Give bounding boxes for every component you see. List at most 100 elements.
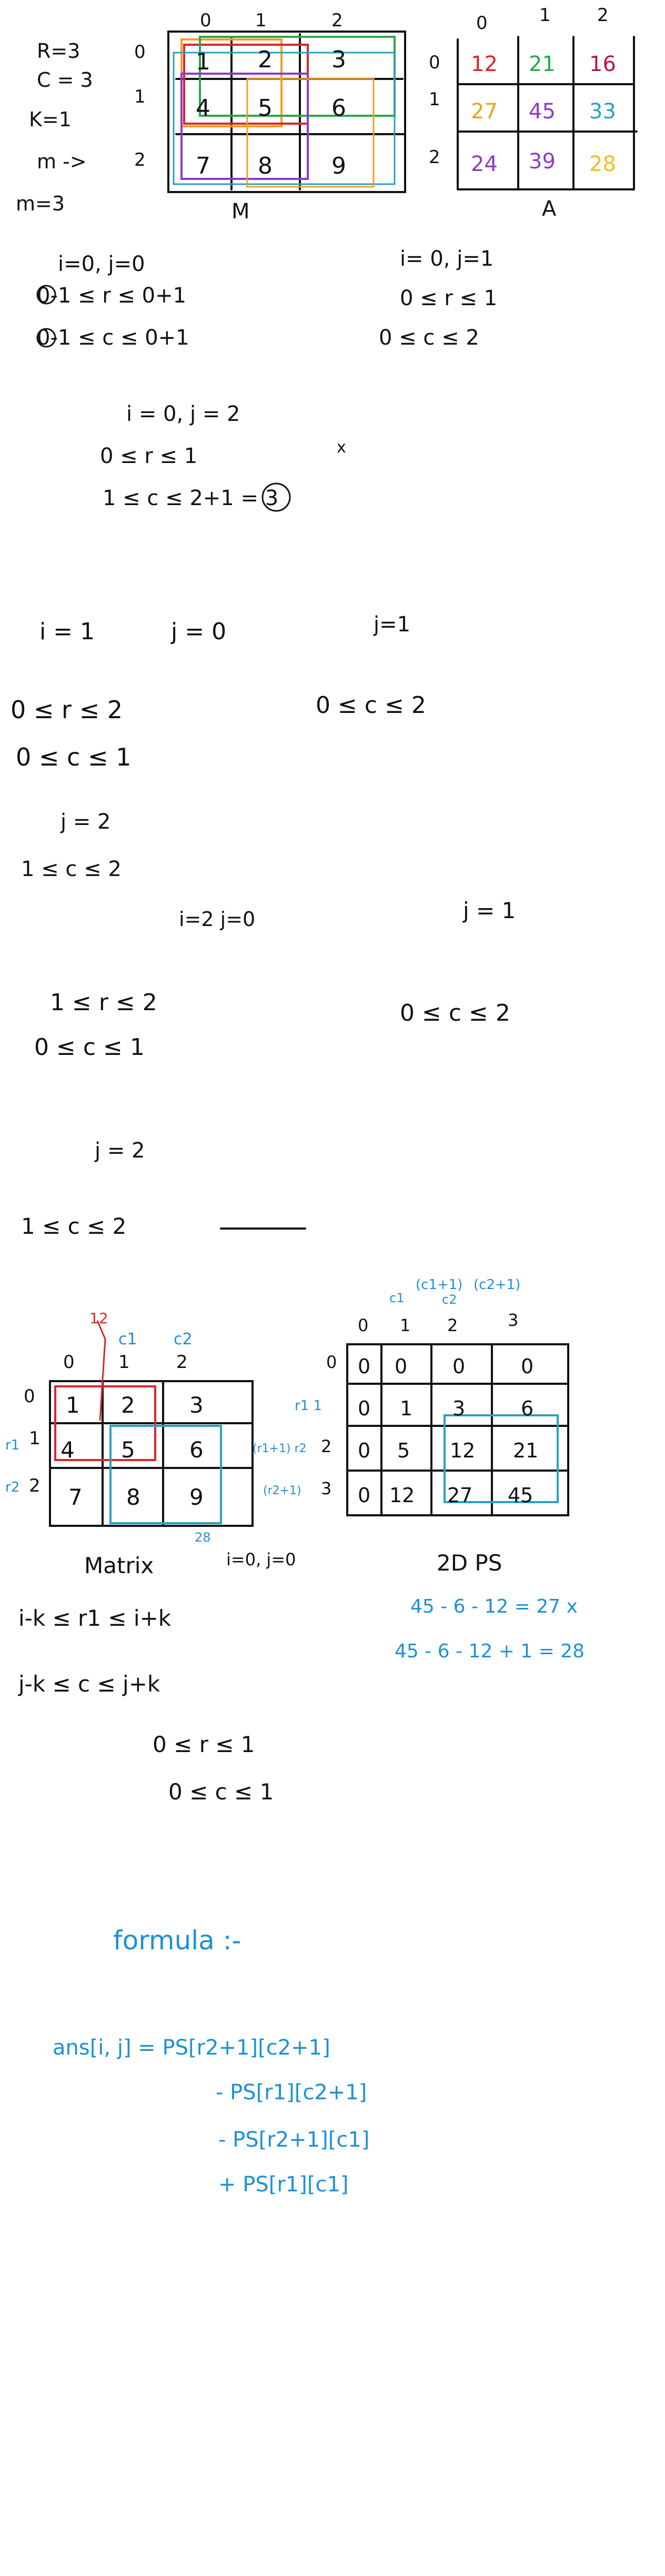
a-cell-0-2: 16 bbox=[589, 52, 616, 76]
ps-cell-1-2: 3 bbox=[452, 1397, 465, 1420]
ps-caption: 2D PS bbox=[437, 1550, 502, 1576]
w1-right-1: 0 ≤ r ≤ 1 bbox=[400, 286, 497, 310]
w2-line-d: 1 ≤ c ≤ 2 bbox=[21, 857, 122, 881]
ps-col-3: 3 bbox=[508, 1310, 518, 1330]
ps-cell-1-3: 6 bbox=[521, 1397, 533, 1420]
param-m: m=3 bbox=[16, 192, 65, 215]
formula-line-3: + PS[r1][c1] bbox=[218, 2172, 349, 2197]
ps-cell-2-3: 21 bbox=[513, 1439, 538, 1462]
ps-row-3: 3 bbox=[321, 1478, 331, 1498]
m-cell-0-0: 1 bbox=[196, 48, 210, 75]
ps-cell-3-0: 0 bbox=[358, 1484, 370, 1507]
ps-cell-3-1: 12 bbox=[389, 1484, 415, 1507]
whiteboard-canvas: R=3 C = 3 K=1 m -> m=3 0 1 2 0 1 2 1 2 3… bbox=[5, 5, 638, 2197]
bm-cell-1-0: 4 bbox=[61, 1437, 75, 1463]
w1-mid-0: i = 0, j = 2 bbox=[126, 402, 240, 426]
ps-row-label-r2p: (r2+1) bbox=[263, 1484, 301, 1497]
w1-right-0: i= 0, j=1 bbox=[400, 247, 493, 271]
a-col-index-1: 1 bbox=[539, 5, 551, 26]
w2-j1b: j = 1 bbox=[462, 898, 516, 923]
bm-cell-0-2: 3 bbox=[189, 1392, 204, 1418]
bm-red-pointer bbox=[96, 1320, 106, 1421]
ps-cell-3-2: 27 bbox=[447, 1484, 472, 1507]
ps-cell-0-3: 0 bbox=[521, 1355, 533, 1378]
ps-cell-3-3: 45 bbox=[508, 1484, 533, 1507]
work-section-1: i=0, j=0 0-1 ≤ r ≤ 0+1 0-1 ≤ c ≤ 0+1 i= … bbox=[36, 247, 497, 512]
m-cell-0-1: 2 bbox=[258, 46, 273, 73]
ps-label-c1p: (c1+1) bbox=[416, 1277, 462, 1293]
formula-block: formula :- ans[i, j] = PS[r2+1][c2+1] - … bbox=[53, 1925, 369, 2197]
ineq-3: 0 ≤ r ≤ 1 bbox=[153, 1732, 255, 1757]
bottom-calcs: 45 - 6 - 12 = 27 x 45 - 6 - 12 + 1 = 28 … bbox=[18, 1596, 585, 1805]
m-row-index-2: 2 bbox=[134, 149, 146, 170]
bm-row-1: 1 bbox=[29, 1428, 41, 1449]
bm-cell-0-1: 2 bbox=[121, 1392, 135, 1418]
ps-label-c2p: (c2+1) bbox=[473, 1277, 520, 1293]
ps-cell-2-1: 5 bbox=[397, 1439, 410, 1462]
m-col-index-2: 2 bbox=[331, 10, 343, 31]
m-col-index-1: 1 bbox=[255, 10, 267, 31]
bm-cell-0-0: 1 bbox=[66, 1392, 80, 1418]
w2-line-c: 0 ≤ c ≤ 2 bbox=[316, 692, 426, 719]
w2-line-g: 0 ≤ c ≤ 2 bbox=[400, 1000, 510, 1027]
a-cell-2-2: 28 bbox=[589, 152, 616, 176]
formula-title: formula :- bbox=[113, 1925, 241, 1956]
bm-col-0: 0 bbox=[63, 1352, 75, 1373]
m-cell-2-1: 8 bbox=[258, 153, 273, 179]
params-block: R=3 C = 3 K=1 m -> m=3 bbox=[16, 39, 93, 215]
marker-28: 28 bbox=[195, 1530, 211, 1545]
bm-cell-1-1: 5 bbox=[121, 1437, 135, 1463]
m-cell-0-2: 3 bbox=[331, 46, 346, 73]
ineq-1: i-k ≤ r1 ≤ i+k bbox=[18, 1605, 172, 1631]
m-row-index-0: 0 bbox=[134, 42, 146, 63]
a-row-index-0: 0 bbox=[429, 52, 440, 73]
w1-right-2: 0 ≤ c ≤ 2 bbox=[379, 326, 479, 350]
m-cell-2-0: 7 bbox=[196, 153, 210, 179]
w1-mid-1: 0 ≤ r ≤ 1 bbox=[100, 444, 197, 468]
bm-note: i=0, j=0 bbox=[226, 1549, 296, 1569]
matrix-m: 0 1 2 0 1 2 1 2 3 4 5 6 7 8 9 M bbox=[134, 10, 406, 224]
a-cell-2-1: 39 bbox=[529, 149, 556, 174]
a-cell-0-1: 21 bbox=[529, 52, 556, 76]
bm-col-label-c1: c1 bbox=[118, 1330, 137, 1349]
param-m-arrow: m -> bbox=[37, 150, 87, 173]
ps-row-label-r2: (r1+1) r2 bbox=[253, 1442, 307, 1455]
ps-col-2: 2 bbox=[447, 1315, 458, 1335]
bm-row-label-r1: r1 bbox=[5, 1437, 19, 1453]
ps-cell-2-2: 12 bbox=[450, 1439, 475, 1462]
w2-j2b: j = 2 bbox=[94, 1139, 145, 1163]
w2-j2: j = 2 bbox=[60, 810, 111, 834]
ps-col-1: 1 bbox=[400, 1315, 410, 1335]
w1-mid-2: 1 ≤ c ≤ 2+1 = 3 bbox=[103, 486, 278, 510]
formula-line-2: - PS[r2+1][c1] bbox=[218, 2128, 369, 2152]
a-row-index-1: 1 bbox=[429, 89, 440, 110]
formula-line-1: - PS[r1][c2+1] bbox=[216, 2080, 367, 2105]
w1-left-2: 0-1 ≤ c ≤ 0+1 bbox=[37, 326, 189, 350]
window-green bbox=[199, 36, 396, 117]
bm-caption: Matrix bbox=[84, 1553, 154, 1578]
m-cell-1-2: 6 bbox=[331, 95, 346, 122]
bottom-ps: (c1+1) (c2+1) c1 c2 0 1 2 3 0 r1 1 (r1+1… bbox=[253, 1277, 569, 1576]
a-caption: A bbox=[542, 197, 557, 221]
ineq-2: j-k ≤ c ≤ j+k bbox=[18, 1671, 160, 1697]
work-section-2: i = 1 j = 0 j=1 0 ≤ r ≤ 2 0 ≤ c ≤ 1 0 ≤ … bbox=[11, 612, 516, 1239]
a-cell-1-1: 45 bbox=[529, 99, 556, 124]
w2-line-h: 1 ≤ c ≤ 2 bbox=[21, 1213, 126, 1239]
calc-line-1: 45 - 6 - 12 = 27 x bbox=[410, 1596, 578, 1617]
a-cell-1-2: 33 bbox=[589, 99, 616, 124]
m-col-index-0: 0 bbox=[200, 10, 211, 31]
w2-line-e: 1 ≤ r ≤ 2 bbox=[50, 989, 157, 1016]
formula-line-0: ans[i, j] = PS[r2+1][c2+1] bbox=[53, 2036, 330, 2060]
ps-cell-1-0: 0 bbox=[358, 1397, 370, 1420]
bm-row-2: 2 bbox=[29, 1475, 41, 1496]
m-cell-1-1: 5 bbox=[258, 95, 273, 122]
bm-cell-2-1: 8 bbox=[126, 1484, 140, 1510]
w2-line-f: 0 ≤ c ≤ 1 bbox=[34, 1034, 145, 1061]
a-cell-0-0: 12 bbox=[471, 52, 498, 76]
w2-line-a: 0 ≤ r ≤ 2 bbox=[11, 696, 123, 724]
w1-left-0: i=0, j=0 bbox=[58, 252, 145, 276]
calc-line-2: 45 - 6 - 12 + 1 = 28 bbox=[395, 1641, 585, 1662]
a-col-index-0: 0 bbox=[476, 13, 488, 34]
a-row-index-2: 2 bbox=[429, 147, 440, 168]
bm-cell-2-0: 7 bbox=[68, 1484, 83, 1510]
